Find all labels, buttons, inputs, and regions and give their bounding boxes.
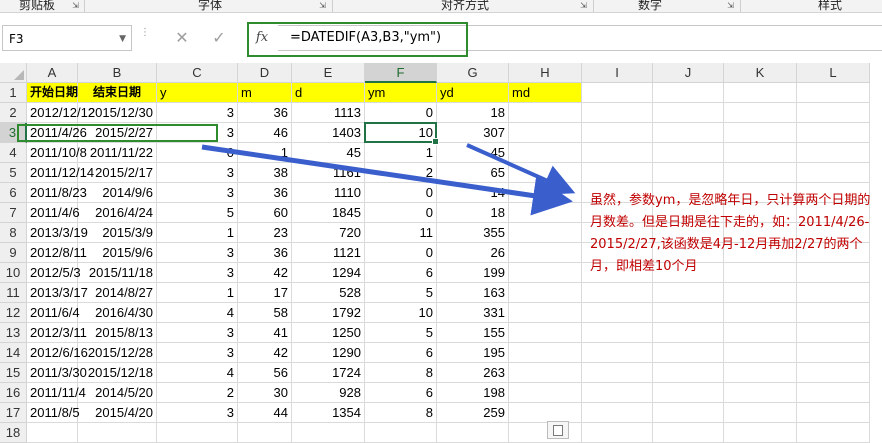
explanation-annotation: 虽然，参数ym，是忽略年日，只计算两个日期的月数差。但是日期是往下走的，如：20… — [590, 193, 871, 274]
arrow-from-row3 — [201, 144, 573, 216]
arrow-from-f3 — [466, 143, 576, 195]
paste-options-icon[interactable] — [547, 421, 569, 439]
